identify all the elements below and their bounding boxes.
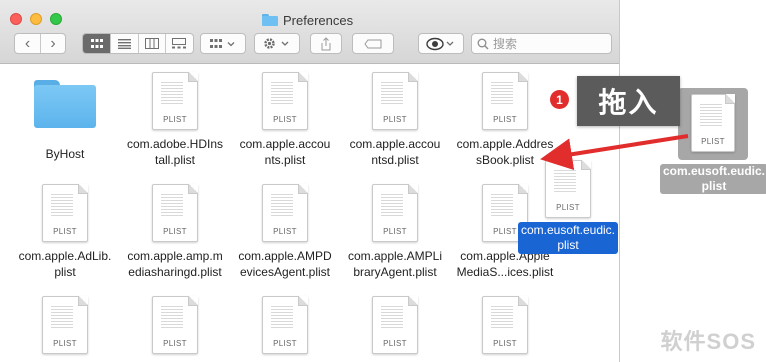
icon-view-button[interactable] <box>83 34 112 53</box>
share-button[interactable] <box>310 33 342 54</box>
grid-icon <box>90 38 103 48</box>
column-view-button[interactable] <box>139 34 166 53</box>
plist-file-icon: PLIST <box>691 94 735 152</box>
minimize-window-button[interactable] <box>30 13 42 25</box>
back-button[interactable]: ‹ <box>15 34 41 53</box>
tags-button[interactable] <box>352 33 394 54</box>
annotation-text: 拖入 <box>598 87 659 118</box>
file-item[interactable]: PLIST <box>340 296 450 354</box>
close-window-button[interactable] <box>10 13 22 25</box>
file-item[interactable]: PLIST com.apple.accou ntsd.plist <box>340 72 450 168</box>
plist-file-icon: PLIST <box>545 160 591 218</box>
plist-file-icon: PLIST <box>372 296 418 354</box>
eye-icon <box>426 37 454 50</box>
file-item[interactable]: PLIST <box>230 296 340 354</box>
folder-item[interactable]: ByHost <box>10 72 120 162</box>
group-by-button[interactable] <box>200 33 246 54</box>
folder-icon <box>262 14 278 26</box>
file-item[interactable]: PLIST <box>450 296 560 354</box>
file-item[interactable]: PLIST com.apple.Addres sBook.plist <box>450 72 560 168</box>
desktop-file-label: com.eusoft.eudic. plist <box>660 164 766 194</box>
folder-icon <box>34 80 96 128</box>
file-label: ByHost <box>45 147 85 161</box>
list-icon <box>117 38 131 49</box>
columns-icon <box>144 38 159 49</box>
plist-file-icon: PLIST <box>42 184 88 242</box>
plist-file-icon: PLIST <box>42 296 88 354</box>
file-label: com.apple.AMPLi braryAgent.plist <box>347 249 443 279</box>
file-label: com.apple.accou nts.plist <box>239 137 331 167</box>
file-label: com.apple.AMPD evicesAgent.plist <box>238 249 332 279</box>
file-item[interactable]: PLIST com.apple.AdLib. plist <box>10 184 120 280</box>
plist-file-icon: PLIST <box>372 184 418 242</box>
list-view-button[interactable] <box>111 34 139 53</box>
file-item[interactable]: PLIST com.apple.amp.m ediasharingd.plist <box>120 184 230 280</box>
file-label: com.adobe.HDIns tall.plist <box>126 137 224 167</box>
zoom-window-button[interactable] <box>50 13 62 25</box>
file-label: com.apple.accou ntsd.plist <box>349 137 441 167</box>
plist-file-icon: PLIST <box>152 72 198 130</box>
plist-file-icon: PLIST <box>262 296 308 354</box>
plist-file-icon: PLIST <box>152 184 198 242</box>
search-placeholder: 搜索 <box>493 37 518 51</box>
file-item[interactable]: PLIST com.apple.AMPD evicesAgent.plist <box>230 184 340 280</box>
action-button[interactable] <box>254 33 300 54</box>
gallery-view-button[interactable] <box>166 34 193 53</box>
window-title-text: Preferences <box>283 12 354 28</box>
file-item[interactable]: PLIST com.apple.accou nts.plist <box>230 72 340 168</box>
search-icon <box>477 38 489 49</box>
gear-icon <box>264 38 289 49</box>
file-item[interactable]: PLIST <box>120 296 230 354</box>
annotation-callout: 拖入 <box>577 76 680 126</box>
window-title: Preferences <box>262 11 353 29</box>
plist-file-icon: PLIST <box>152 296 198 354</box>
view-mode-control <box>82 33 194 54</box>
group-icon <box>210 38 235 48</box>
plist-file-icon: PLIST <box>482 72 528 130</box>
share-icon <box>321 36 331 50</box>
forward-button[interactable]: › <box>41 34 65 53</box>
file-item[interactable]: PLIST com.adobe.HDIns tall.plist <box>120 72 230 168</box>
plist-file-icon: PLIST <box>262 184 308 242</box>
quick-look-button[interactable] <box>418 33 464 54</box>
dragged-file-label: com.eusoft.eudic. plist <box>517 222 619 254</box>
gallery-icon <box>172 38 187 49</box>
titlebar: Preferences ‹ › 搜索 <box>0 0 619 64</box>
dragged-file[interactable]: PLIST com.eusoft.eudic. plist <box>512 160 624 254</box>
tag-icon <box>364 39 382 48</box>
search-field[interactable]: 搜索 <box>471 33 612 54</box>
plist-file-icon: PLIST <box>372 72 418 130</box>
step-badge: 1 <box>550 90 569 109</box>
file-item[interactable]: PLIST com.apple.AMPLi braryAgent.plist <box>340 184 450 280</box>
desktop-file-selection: PLIST <box>678 88 748 160</box>
file-item[interactable]: PLIST <box>10 296 120 354</box>
watermark: 软件SOS <box>660 329 756 354</box>
nav-buttons: ‹ › <box>14 33 66 54</box>
plist-file-icon: PLIST <box>482 296 528 354</box>
file-label: com.apple.amp.m ediasharingd.plist <box>127 249 223 279</box>
file-label: com.apple.AdLib. plist <box>18 249 112 279</box>
plist-file-icon: PLIST <box>262 72 308 130</box>
